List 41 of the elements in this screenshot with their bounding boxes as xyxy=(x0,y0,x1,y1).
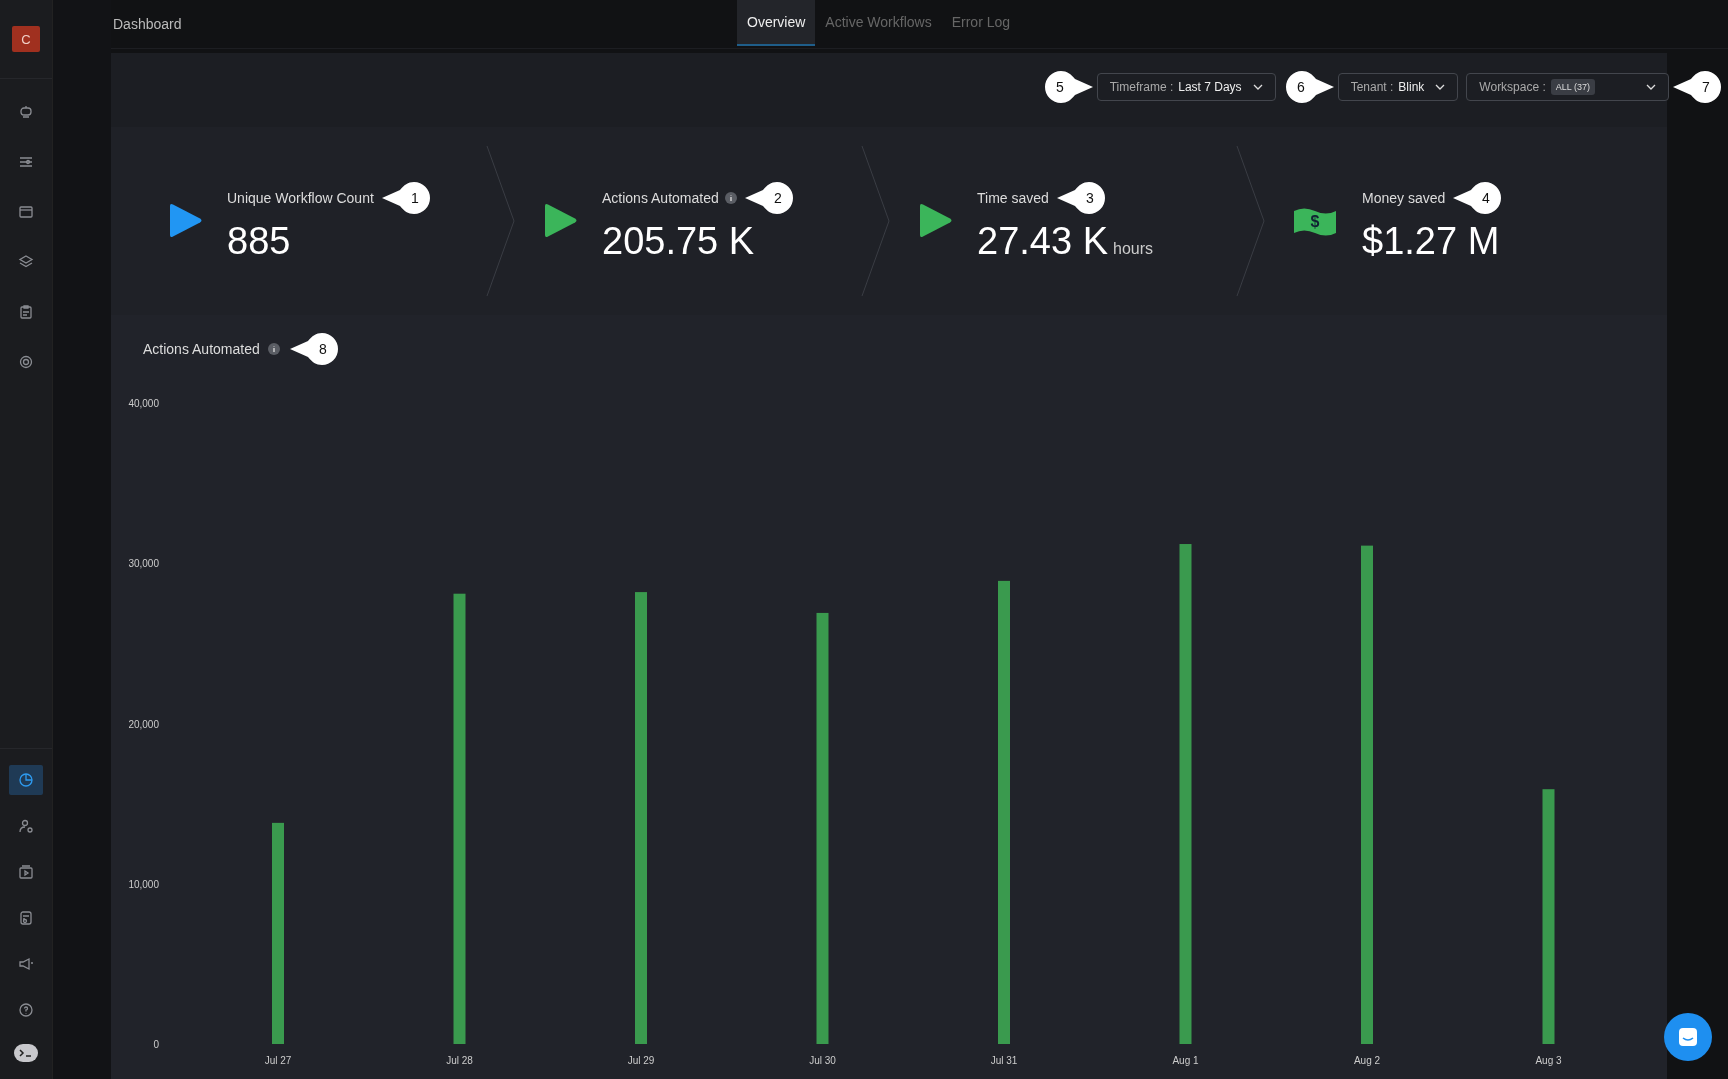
kpi-label: Unique Workflow Count xyxy=(227,189,374,206)
axis-tick-label: 0 xyxy=(153,1039,159,1050)
filter-dropdown[interactable]: Tenant : Blink xyxy=(1337,73,1459,101)
kpi-label: Actions Automated xyxy=(602,189,719,206)
kpi-unit: hours xyxy=(1113,239,1154,258)
kpi-value: 27.43 K xyxy=(977,219,1108,263)
axis-tick-label: Jul 29 xyxy=(627,1055,655,1066)
axis-tick-label: Aug 1 xyxy=(1172,1055,1199,1066)
axis-tick-label: Aug 2 xyxy=(1353,1055,1381,1066)
kpi-label: Money saved xyxy=(1362,189,1446,206)
page-title: Dashboard xyxy=(113,16,182,32)
app-logo[interactable]: C xyxy=(12,26,40,52)
chart-title: Actions Automated xyxy=(143,341,260,357)
axis-tick-label: 20,000 xyxy=(128,718,159,730)
info-icon[interactable] xyxy=(724,191,737,204)
kpi-value: 205.75 K xyxy=(602,219,755,263)
caret-icon xyxy=(1252,84,1263,90)
axis-tick-label: 40,000 xyxy=(128,398,159,409)
tab[interactable]: Overview xyxy=(737,0,816,46)
pie-icon[interactable] xyxy=(9,765,43,795)
filter-dropdown[interactable]: Timeframe : Last 7 Days xyxy=(1096,73,1276,101)
chat-icon xyxy=(1677,1026,1699,1048)
axis-tick-label: Jul 30 xyxy=(809,1055,836,1066)
caret-icon xyxy=(1435,84,1446,90)
axis-tick-label: Jul 31 xyxy=(990,1055,1018,1066)
kpi-value: $1.27 M xyxy=(1362,219,1500,263)
callout-marker: 4 xyxy=(1451,179,1504,216)
filter-dropdown[interactable]: Workspace : ALL (37) xyxy=(1466,73,1669,101)
axis-tick-label: 30,000 xyxy=(128,558,159,570)
kpi-value: 885 xyxy=(227,219,291,263)
axis-tick-label: Jul 28 xyxy=(446,1055,473,1066)
kpi-label: Time saved xyxy=(977,189,1049,206)
axis-tick-label: Aug 3 xyxy=(1535,1055,1562,1066)
axis-tick-label: Jul 27 xyxy=(264,1055,292,1066)
callout-marker: 5 xyxy=(1042,69,1095,105)
chat-button[interactable] xyxy=(1664,1013,1712,1061)
axis-tick-label: 10,000 xyxy=(128,878,159,890)
callout-marker: 7 xyxy=(1671,69,1723,105)
info-icon[interactable] xyxy=(267,343,280,355)
callout-marker: 6 xyxy=(1283,69,1336,105)
caret-icon xyxy=(1646,84,1656,90)
